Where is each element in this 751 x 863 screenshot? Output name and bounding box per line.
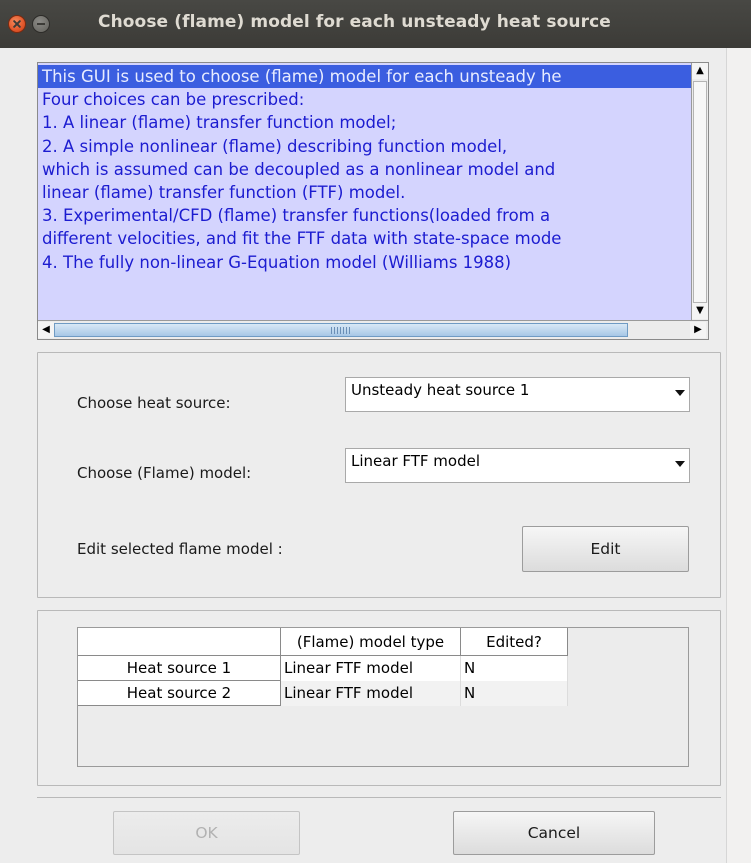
heat-source-label: Choose heat source: [77,394,231,412]
window-title: Choose (flame) model for each unsteady h… [98,12,611,32]
scroll-left-icon[interactable]: ◀ [38,322,54,338]
table-cell-model-type[interactable]: Linear FTF model [281,656,461,681]
vertical-scrollbar[interactable]: ▲ ▼ [691,63,708,321]
description-text: This GUI is used to choose (flame) model… [38,65,698,317]
table-cell-model-type[interactable]: Linear FTF model [281,681,461,706]
row-header-heat-source-1[interactable]: Heat source 1 [78,656,281,681]
scroll-right-icon[interactable]: ▶ [690,322,706,338]
description-line[interactable]: 1. A linear (flame) transfer function mo… [38,111,698,134]
footer-divider [37,797,721,798]
model-summary-table[interactable]: (Flame) model type Edited? Heat source 1… [77,627,689,767]
description-line[interactable]: different velocities, and fit the FTF da… [38,227,698,250]
flame-model-selected-value: Linear FTF model [351,452,481,470]
description-line[interactable]: linear (flame) transfer function (FTF) m… [38,181,698,204]
description-line[interactable]: which is assumed can be decoupled as a n… [38,158,698,181]
heat-source-selected-value: Unsteady heat source 1 [351,381,530,399]
model-label: Choose (Flame) model: [77,464,252,482]
title-bar: Choose (flame) model for each unsteady h… [0,0,751,48]
description-line[interactable]: 3. Experimental/CFD (flame) transfer fun… [38,204,698,227]
flame-model-dropdown[interactable]: Linear FTF model [345,448,690,483]
description-line-selected[interactable]: This GUI is used to choose (flame) model… [38,65,698,89]
column-header-model-type[interactable]: (Flame) model type [281,628,461,656]
scroll-up-icon[interactable]: ▲ [692,63,708,79]
cancel-button[interactable]: Cancel [453,811,655,855]
description-line[interactable]: Four choices can be prescribed: [38,88,698,111]
description-line[interactable]: 4. The fully non-linear G-Equation model… [38,251,698,274]
ok-button[interactable]: OK [113,811,300,855]
chevron-down-icon [675,390,685,396]
chevron-down-icon [675,461,685,467]
description-listbox[interactable]: This GUI is used to choose (flame) model… [37,62,709,340]
scroll-down-icon[interactable]: ▼ [692,303,708,319]
horizontal-scroll-thumb[interactable] [54,323,628,337]
minimize-window-icon[interactable] [32,15,50,33]
scroll-grip-icon [331,327,351,334]
table-cell-edited[interactable]: N [461,656,568,681]
description-line[interactable]: 2. A simple nonlinear (flame) describing… [38,135,698,158]
column-header-edited[interactable]: Edited? [461,628,568,656]
close-window-icon[interactable] [8,15,26,33]
row-header-heat-source-2[interactable]: Heat source 2 [78,681,281,706]
table-corner-header [78,628,281,656]
vertical-scroll-thumb[interactable] [693,81,707,303]
horizontal-scrollbar[interactable]: ◀ ▶ [38,320,708,339]
edit-model-label: Edit selected flame model : [77,540,283,558]
background-window-strip [726,48,751,863]
edit-button[interactable]: Edit [522,526,689,572]
heat-source-dropdown[interactable]: Unsteady heat source 1 [345,377,690,412]
table-cell-edited[interactable]: N [461,681,568,706]
